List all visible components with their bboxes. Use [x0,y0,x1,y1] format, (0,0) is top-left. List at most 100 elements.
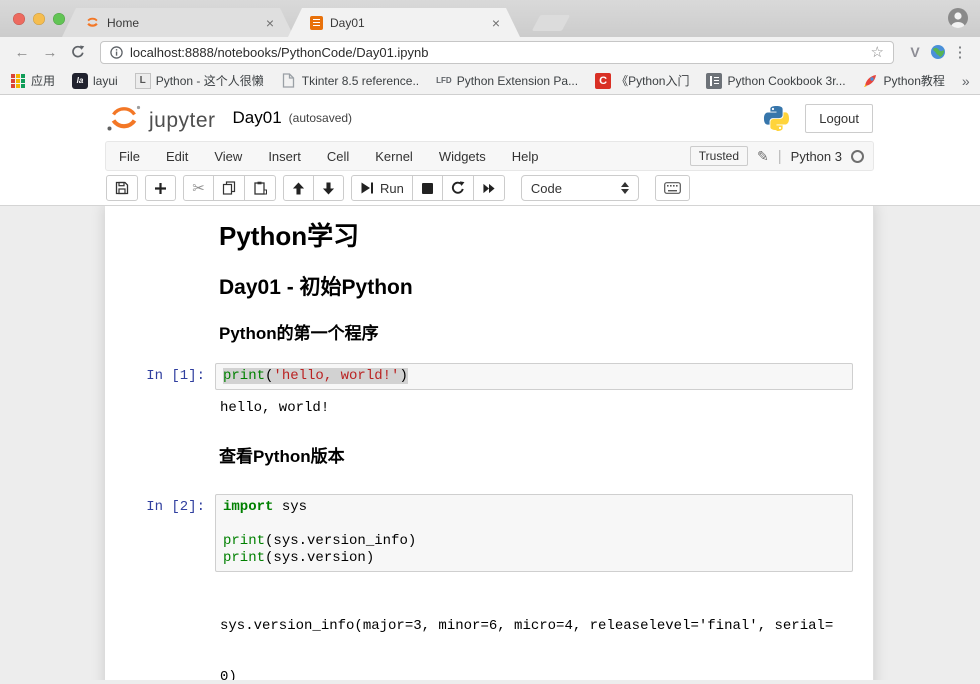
output-area-1: hello, world! [105,399,873,417]
code-input-1[interactable]: print('hello, world!') [215,363,853,390]
paste-cells-button[interactable] [244,175,276,201]
close-window-button[interactable] [13,13,25,25]
menu-widgets[interactable]: Widgets [426,149,499,164]
logout-button[interactable]: Logout [805,104,873,133]
menu-cell[interactable]: Cell [314,149,362,164]
bookmark-python-lazy[interactable]: L Python - 这个人很懒 [135,72,264,89]
minimize-window-button[interactable] [33,13,45,25]
forward-icon[interactable]: → [38,44,62,61]
trusted-button[interactable]: Trusted [690,146,748,166]
bookmark-python-tutorial[interactable]: Python教程 [863,72,945,89]
bookmark-tkinter[interactable]: Tkinter 8.5 reference.. [281,73,419,89]
tab-close-icon[interactable]: × [264,16,276,30]
zoom-window-button[interactable] [53,13,65,25]
browser-menu-icon[interactable]: ⋮ [950,43,970,61]
input-prompt: In [2]: [120,494,215,572]
bookmark-apps[interactable]: 应用 [10,72,55,89]
menu-kernel[interactable]: Kernel [362,149,426,164]
tab-home[interactable]: Home × [62,8,294,37]
restart-kernel-button[interactable] [442,175,474,201]
select-arrows-icon [621,182,629,194]
kernel-idle-icon [851,150,864,163]
layui-icon: la [72,73,88,89]
cell-type-select[interactable]: Code [521,175,639,201]
browser-tab-strip: Home × Day01 × [0,0,980,37]
edit-pencil-icon: ✎ [757,148,769,165]
output-area-2: sys.version_info(major=3, minor=6, micro… [105,583,873,680]
tab-label: Home [107,16,139,30]
divider: | [778,148,782,165]
copy-cells-button[interactable] [213,175,245,201]
menu-insert[interactable]: Insert [255,149,314,164]
notebook-h3-version: 查看Python版本 [219,446,853,468]
jupyter-header: jupyter Day01 (autosaved) Logout File Ed… [0,95,980,206]
browser-profile-icon[interactable] [947,7,969,29]
bookmark-python-intro[interactable]: C 《Python入门 [595,72,689,89]
rocket-icon [863,73,879,89]
menu-help[interactable]: Help [499,149,552,164]
jupyter-logo[interactable]: jupyter [105,103,216,133]
code-cell-1[interactable]: In [1]: print('hello, world!') [105,363,873,390]
tab-close-icon[interactable]: × [490,16,502,30]
c-red-icon: C [595,73,611,89]
markdown-cell-title[interactable]: Python学习 [105,220,873,253]
jupyter-wordmark: jupyter [149,109,216,133]
notebook-h2: Day01 - 初始Python [219,275,853,301]
browser-toolbar: ← → localhost:8888/notebooks/PythonCode/… [0,37,980,67]
command-palette-button[interactable] [655,175,690,201]
stdout-text: hello, world! [215,399,853,417]
bookmark-layui[interactable]: la layui [72,73,118,89]
save-button[interactable] [106,175,138,201]
stop-icon [422,183,433,194]
lfd-icon: LFD [436,76,452,85]
run-label: Run [380,181,404,196]
markdown-cell-day01[interactable]: Day01 - 初始Python [105,275,873,301]
move-cell-down-button[interactable] [313,175,344,201]
scissors-icon: ✂ [192,179,205,197]
bookmarks-bar: 应用 la layui L Python - 这个人很懒 Tkinter 8.5… [0,67,980,95]
bookmarks-overflow-icon[interactable]: » [962,73,980,89]
extension-v-icon[interactable]: V [904,44,926,60]
add-cell-button[interactable] [145,175,176,201]
bookmark-star-icon[interactable]: ☆ [871,43,884,61]
url-text[interactable]: localhost:8888/notebooks/PythonCode/Day0… [130,45,429,60]
run-cell-button[interactable]: Run [351,175,413,201]
notebook-h1: Python学习 [219,220,853,253]
restart-run-all-button[interactable] [473,175,505,201]
interrupt-kernel-button[interactable] [412,175,443,201]
move-cell-up-button[interactable] [283,175,314,201]
code-cell-2[interactable]: In [2]: import sys print(sys.version_inf… [105,494,873,572]
notebook-container: Python学习 Day01 - 初始Python Python的第一个程序 I… [105,206,874,680]
cell-type-value: Code [531,181,562,196]
menu-view[interactable]: View [201,149,255,164]
page-info-icon[interactable] [110,46,123,59]
bookmark-python-extension[interactable]: LFD Python Extension Pa... [436,74,578,88]
notebook-title[interactable]: Day01 [233,108,282,128]
tab-day01[interactable]: Day01 × [288,8,520,37]
window-controls [13,13,65,25]
bookmark-cookbook[interactable]: Python Cookbook 3r... [706,73,845,89]
menu-file[interactable]: File [106,149,153,164]
back-icon[interactable]: ← [10,44,34,61]
menu-edit[interactable]: Edit [153,149,201,164]
new-tab-button[interactable] [532,15,571,31]
kernel-name: Python 3 [791,149,842,164]
markdown-cell-version[interactable]: 查看Python版本 [105,446,873,468]
address-bar[interactable]: localhost:8888/notebooks/PythonCode/Day0… [100,41,894,64]
l-letter-icon: L [135,73,151,89]
extension-globe-icon[interactable] [930,44,946,60]
stdout-text: sys.version_info(major=3, minor=6, micro… [215,583,853,680]
book-pages-icon [706,73,722,89]
jupyter-menubar: File Edit View Insert Cell Kernel Widget… [105,141,874,171]
reload-icon[interactable] [66,44,90,61]
markdown-cell-first-program[interactable]: Python的第一个程序 [105,323,873,345]
python-logo-icon [762,104,791,133]
notebook-site: Python学习 Day01 - 初始Python Python的第一个程序 I… [0,206,980,680]
notebook-favicon-icon [310,16,323,30]
cut-cells-button[interactable]: ✂ [183,175,214,201]
jupyter-toolbar: ✂ [0,171,980,206]
jupyter-spinner-icon [84,15,100,31]
code-input-2[interactable]: import sys print(sys.version_info) print… [215,494,853,572]
selected-code-text: print('hello, world!') [223,368,408,384]
notebook-h3-first-program: Python的第一个程序 [219,323,853,345]
